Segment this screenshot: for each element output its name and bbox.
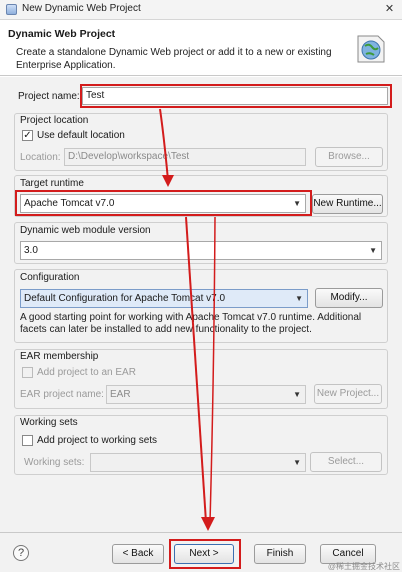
- module-version-value: 3.0: [24, 245, 38, 256]
- location-label: Location:: [20, 152, 61, 163]
- select-working-sets-button[interactable]: Select...: [310, 452, 382, 472]
- chevron-down-icon: ▼: [369, 246, 377, 255]
- configuration-description: A good starting point for working with A…: [20, 312, 362, 335]
- location-input[interactable]: D:\Develop\workspace\Test: [64, 148, 306, 166]
- modify-button[interactable]: Modify...: [315, 288, 383, 308]
- browse-button[interactable]: Browse...: [315, 147, 383, 167]
- ear-project-name-label: EAR project name:: [20, 389, 104, 400]
- working-sets-title: Working sets: [20, 417, 78, 428]
- ear-project-name-select[interactable]: EAR ▼: [106, 385, 306, 404]
- wizard-page-description: Create a standalone Dynamic Web project …: [16, 47, 332, 71]
- add-to-ear-checkbox[interactable]: [22, 367, 33, 378]
- eclipse-app-icon: [6, 4, 17, 15]
- module-version-title: Dynamic web module version: [20, 225, 151, 236]
- wizard-banner: Dynamic Web Project Create a standalone …: [0, 20, 402, 76]
- window-title: New Dynamic Web Project: [22, 3, 141, 14]
- configuration-title: Configuration: [20, 272, 80, 283]
- ear-membership-title: EAR membership: [20, 351, 99, 362]
- use-default-location-checkbox[interactable]: ✓: [22, 130, 33, 141]
- new-project-button[interactable]: New Project...: [314, 384, 382, 404]
- annotation-box-project-name: [80, 84, 392, 108]
- new-runtime-button[interactable]: New Runtime...: [312, 194, 383, 214]
- project-location-title: Project location: [20, 115, 89, 126]
- project-name-label: Project name:: [18, 91, 80, 102]
- annotation-arrowhead-next: [201, 517, 215, 531]
- add-to-working-sets-label: Add project to working sets: [37, 435, 158, 446]
- help-icon[interactable]: ?: [13, 545, 29, 561]
- back-button[interactable]: < Back: [112, 544, 164, 564]
- annotation-box-next: [169, 539, 241, 569]
- configuration-value: Default Configuration for Apache Tomcat …: [24, 293, 226, 304]
- close-icon[interactable]: ✕: [383, 3, 396, 16]
- working-sets-label: Working sets:: [24, 457, 85, 468]
- finish-button[interactable]: Finish: [254, 544, 306, 564]
- wizard-footer: ? < Back Next > Finish Cancel @稀土掘金技术社区: [0, 532, 402, 572]
- watermark-text: @稀土掘金技术社区: [327, 562, 400, 571]
- working-sets-select[interactable]: ▼: [90, 453, 306, 472]
- module-version-select[interactable]: 3.0 ▼: [20, 241, 382, 260]
- add-to-working-sets-checkbox[interactable]: [22, 435, 33, 446]
- chevron-down-icon: ▼: [293, 458, 301, 467]
- annotation-box-runtime: [15, 190, 312, 216]
- use-default-location-label: Use default location: [37, 130, 125, 141]
- wizard-body: Project name: Test Project location ✓ Us…: [0, 77, 402, 532]
- wizard-page-title: Dynamic Web Project: [8, 28, 116, 40]
- target-runtime-title: Target runtime: [20, 178, 84, 189]
- add-to-ear-label: Add project to an EAR: [37, 367, 136, 378]
- configuration-select[interactable]: Default Configuration for Apache Tomcat …: [20, 289, 308, 308]
- chevron-down-icon: ▼: [293, 390, 301, 399]
- web-project-globe-icon: [357, 35, 385, 63]
- window-titlebar: New Dynamic Web Project ✕: [0, 0, 402, 20]
- ear-project-name-value: EAR: [110, 389, 131, 400]
- chevron-down-icon: ▼: [295, 294, 303, 303]
